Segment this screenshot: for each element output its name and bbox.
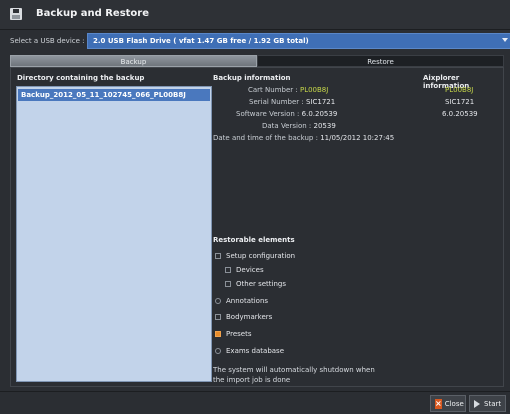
backup-date-value: 11/05/2012 10:27:45 bbox=[320, 134, 395, 142]
data-version-row: Data Version : 20539 bbox=[262, 122, 336, 130]
restorable-header: Restorable elements bbox=[213, 236, 295, 244]
tab-restore[interactable]: Restore bbox=[257, 55, 504, 67]
setup-configuration-label: Setup configuration bbox=[226, 252, 296, 260]
directory-list[interactable]: Backup_2012_05_11_102745_066_PL00B8J bbox=[16, 86, 212, 382]
floppy-disk-icon bbox=[10, 8, 22, 20]
software-version-row: Software Version : 6.0.20539 bbox=[236, 110, 337, 118]
window-title: Backup and Restore bbox=[36, 8, 150, 19]
close-button[interactable]: × Close bbox=[430, 395, 466, 412]
data-version-label: Data Version : bbox=[262, 122, 312, 130]
cart-number-label: Cart Number : bbox=[248, 86, 298, 94]
bodymarkers-checkbox[interactable] bbox=[215, 314, 221, 320]
devices-label: Devices bbox=[236, 266, 264, 274]
serial-number-row: Serial Number : SIC1721 bbox=[249, 98, 335, 106]
usb-device-value: 2.0 USB Flash Drive ( vfat 1.47 GB free … bbox=[93, 37, 309, 45]
tab-bar: Backup Restore bbox=[10, 55, 504, 67]
bodymarkers-label: Bodymarkers bbox=[226, 313, 273, 321]
usb-device-row: Select a USB device : 2.0 USB Flash Driv… bbox=[0, 31, 510, 51]
play-icon bbox=[474, 399, 480, 408]
tab-backup[interactable]: Backup bbox=[10, 55, 257, 67]
other-settings-label: Other settings bbox=[236, 280, 287, 288]
serial-number-label: Serial Number : bbox=[249, 98, 304, 106]
title-bar: Backup and Restore bbox=[0, 0, 510, 30]
backup-panel: Directory containing the backup Backup_2… bbox=[10, 67, 504, 387]
software-version-value: 6.0.20539 bbox=[301, 110, 338, 118]
shutdown-note: The system will automatically shutdown w… bbox=[213, 366, 375, 384]
aix-serial-number: SIC1721 bbox=[445, 98, 475, 106]
backup-date-row: Date and time of the backup : 11/05/2012… bbox=[213, 134, 394, 142]
exams-database-option[interactable]: Exams database bbox=[215, 347, 284, 355]
setup-configuration-checkbox[interactable] bbox=[215, 253, 221, 259]
cart-number-row: Cart Number : PL00B8J bbox=[248, 86, 328, 94]
exams-database-label: Exams database bbox=[226, 347, 284, 355]
software-version-label: Software Version : bbox=[236, 110, 300, 118]
aix-cart-number: PL00B8J bbox=[445, 86, 474, 94]
backup-info-header: Backup information bbox=[213, 74, 291, 82]
cart-number-value: PL00B8J bbox=[299, 86, 329, 94]
directory-list-item[interactable]: Backup_2012_05_11_102745_066_PL00B8J bbox=[18, 89, 210, 101]
other-settings-option[interactable]: Other settings bbox=[225, 280, 286, 288]
annotations-label: Annotations bbox=[226, 297, 269, 305]
data-version-value: 20539 bbox=[313, 122, 336, 130]
annotations-option[interactable]: Annotations bbox=[215, 297, 268, 305]
usb-device-label: Select a USB device : bbox=[10, 37, 85, 45]
close-button-label: Close bbox=[444, 399, 464, 408]
directory-header: Directory containing the backup bbox=[17, 74, 145, 82]
presets-option[interactable]: Presets bbox=[215, 330, 251, 338]
footer-bar: × Close Start bbox=[0, 391, 510, 414]
close-icon: × bbox=[435, 398, 442, 409]
backup-date-label: Date and time of the backup : bbox=[213, 134, 318, 142]
annotations-radio[interactable] bbox=[215, 298, 221, 304]
presets-label: Presets bbox=[226, 330, 252, 338]
presets-checkbox[interactable] bbox=[215, 331, 221, 337]
chevron-down-icon bbox=[502, 38, 508, 42]
exams-database-radio[interactable] bbox=[215, 348, 221, 354]
start-button[interactable]: Start bbox=[469, 395, 506, 412]
start-button-label: Start bbox=[484, 399, 502, 408]
other-settings-checkbox[interactable] bbox=[225, 281, 231, 287]
usb-device-select[interactable]: 2.0 USB Flash Drive ( vfat 1.47 GB free … bbox=[87, 33, 510, 49]
devices-checkbox[interactable] bbox=[225, 267, 231, 273]
setup-configuration-option[interactable]: Setup configuration bbox=[215, 252, 295, 260]
bodymarkers-option[interactable]: Bodymarkers bbox=[215, 313, 272, 321]
aix-software-version: 6.0.20539 bbox=[442, 110, 478, 118]
serial-number-value: SIC1721 bbox=[305, 98, 336, 106]
devices-option[interactable]: Devices bbox=[225, 266, 264, 274]
